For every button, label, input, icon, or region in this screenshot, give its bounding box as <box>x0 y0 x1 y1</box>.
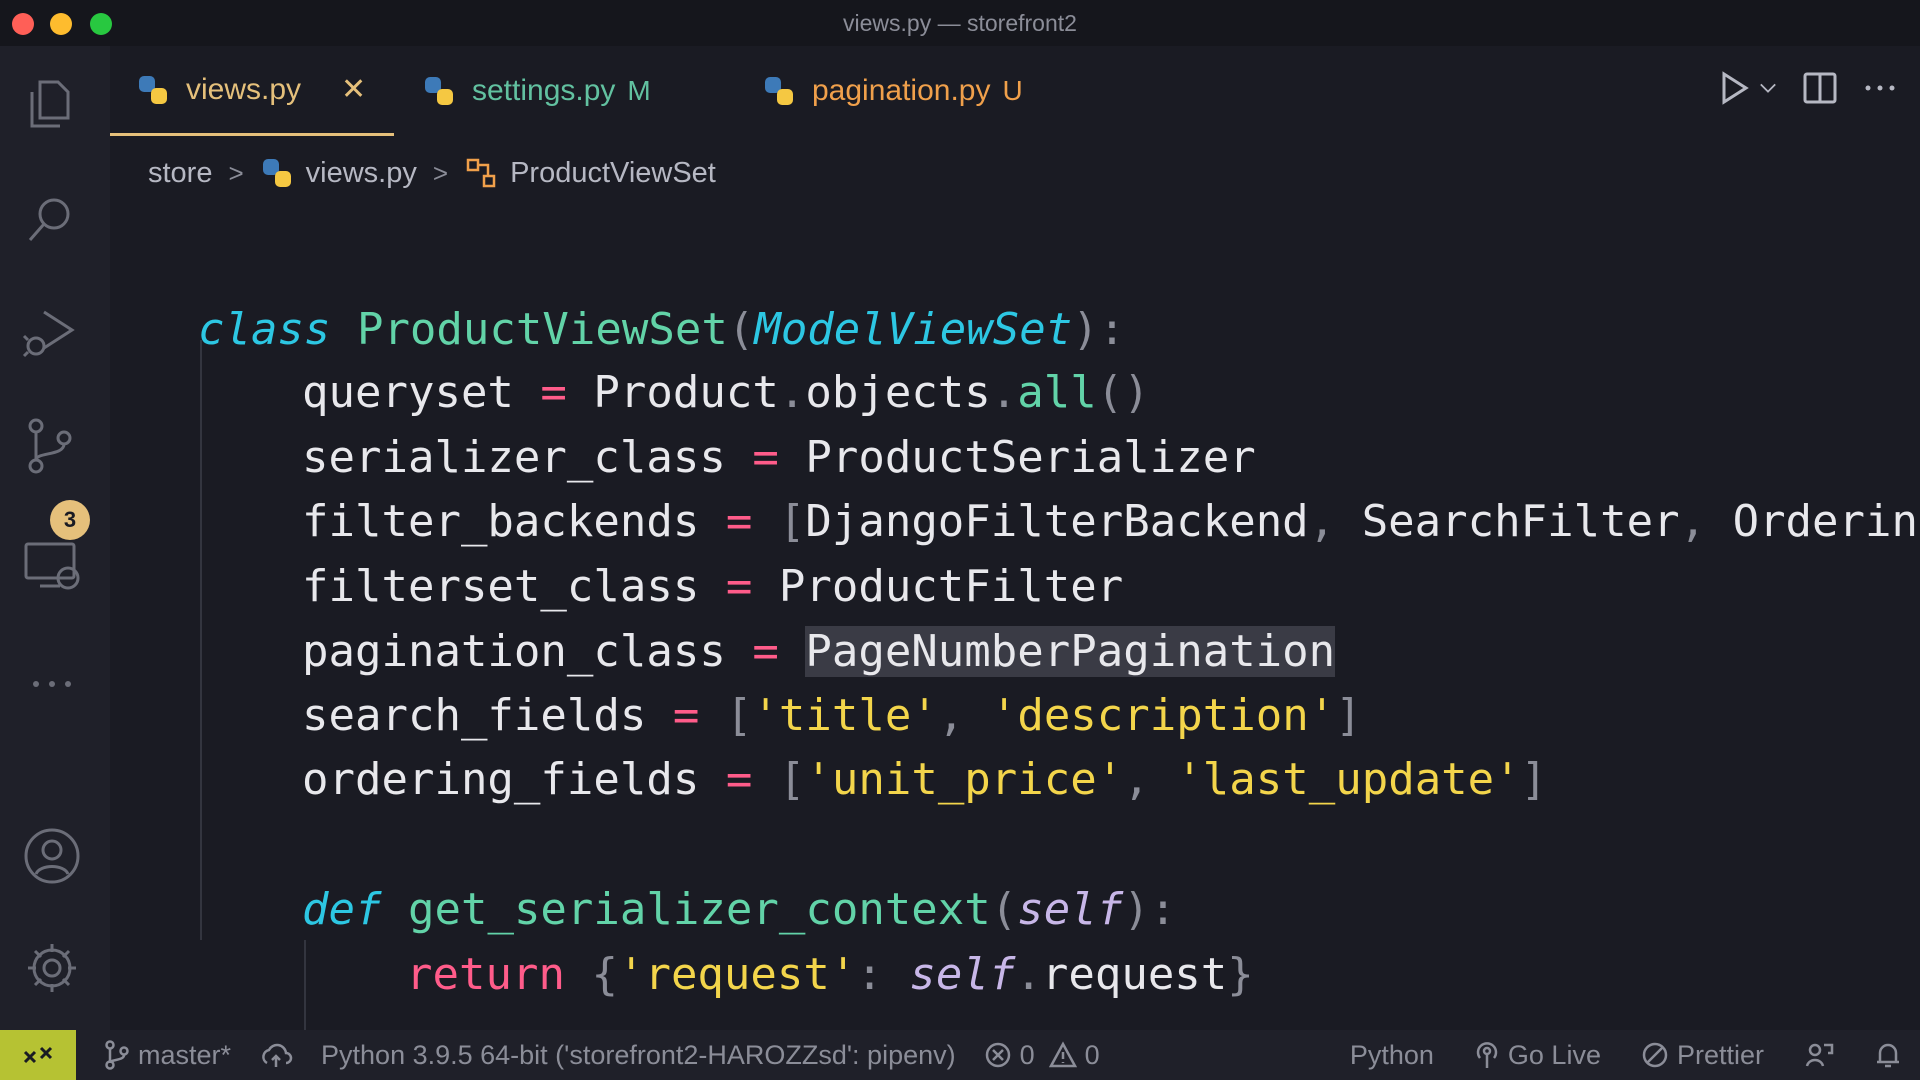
code-line: ordering_fields = ['unit_price', 'last_u… <box>302 754 1548 805</box>
editor-area: views.py ✕ settings.py M pagination.py U <box>110 46 1920 1036</box>
remote-explorer-icon[interactable] <box>22 536 82 596</box>
python-file-icon <box>260 156 294 190</box>
python-interpreter[interactable]: Python 3.9.5 64-bit ('storefront2-HAROZZ… <box>321 1040 956 1071</box>
prettier-status[interactable]: Prettier <box>1641 1040 1764 1071</box>
tab-settings-py[interactable]: settings.py M <box>422 46 651 136</box>
chevron-right-icon: > <box>228 157 244 188</box>
breadcrumb-folder[interactable]: store <box>148 157 212 190</box>
warning-icon <box>1048 1041 1077 1069</box>
prettier-disabled-icon <box>1641 1041 1669 1069</box>
close-tab-icon[interactable]: ✕ <box>341 72 366 107</box>
class-symbol-icon <box>464 156 498 190</box>
untracked-badge: U <box>1002 75 1023 106</box>
code-editor[interactable]: class ProductViewSet(ModelViewSet): quer… <box>110 246 1920 1036</box>
code-line: serializer_class = ProductSerializer <box>302 432 1256 483</box>
explorer-icon[interactable] <box>22 74 82 134</box>
branch-status[interactable]: master* <box>104 1040 231 1071</box>
status-bar: master* Python 3.9.5 64-bit ('storefront… <box>0 1030 1920 1080</box>
tab-label: views.py <box>186 72 302 106</box>
status-bar-right: Python Go Live Prettier <box>1350 1030 1902 1080</box>
code-line: def get_serializer_context(self): <box>302 884 1177 935</box>
code-line: class ProductViewSet(ModelViewSet): <box>198 304 1126 355</box>
close-window-button[interactable] <box>12 13 34 35</box>
modified-badge: M <box>627 75 651 106</box>
tab-pagination-py[interactable]: pagination.py U <box>762 46 1023 136</box>
chevron-right-icon: > <box>432 157 449 188</box>
chevron-down-icon[interactable] <box>1756 76 1780 100</box>
breadcrumb: store > views.py > ProductViewSet <box>148 138 716 208</box>
minimize-window-button[interactable] <box>50 13 72 35</box>
indent-guide <box>200 340 202 940</box>
tab-label: settings.py <box>472 74 616 107</box>
code-line: filter_backends = [DjangoFilterBackend, … <box>302 496 1920 547</box>
code-line: filterset_class = ProductFilter <box>302 561 1124 612</box>
language-mode[interactable]: Python <box>1350 1040 1434 1071</box>
zoom-window-button[interactable] <box>90 13 112 35</box>
go-live-button[interactable]: Go Live <box>1474 1040 1601 1071</box>
feedback-icon[interactable] <box>1804 1041 1834 1069</box>
tab-bar: views.py ✕ settings.py M pagination.py U <box>110 46 1920 138</box>
tab-label: pagination.py <box>812 74 991 107</box>
tab-views-py[interactable]: views.py ✕ <box>110 46 394 136</box>
code-line: return {'request': self.request} <box>406 949 1254 1000</box>
cloud-upload-icon <box>259 1041 293 1069</box>
activity-bar: 3 <box>0 46 110 1030</box>
breadcrumb-file[interactable]: views.py <box>306 157 417 190</box>
settings-gear-icon[interactable] <box>22 938 82 998</box>
breadcrumb-symbol[interactable]: ProductViewSet <box>510 157 716 190</box>
split-editor-icon[interactable] <box>1800 68 1840 108</box>
python-file-icon <box>136 73 170 107</box>
problems-status[interactable]: 0 0 <box>984 1040 1100 1071</box>
sync-status[interactable] <box>259 1041 293 1069</box>
search-icon[interactable] <box>22 190 82 250</box>
notifications-bell-icon[interactable] <box>1874 1040 1902 1070</box>
code-line: pagination_class = PageNumberPagination <box>302 626 1336 677</box>
accounts-icon[interactable] <box>22 826 82 886</box>
run-icon[interactable] <box>1714 68 1754 108</box>
more-icon[interactable] <box>22 654 82 714</box>
git-branch-icon <box>104 1040 130 1070</box>
title-bar: views.py — storefront2 <box>0 0 1920 46</box>
python-file-icon <box>762 74 796 108</box>
source-control-icon[interactable] <box>22 416 82 476</box>
broadcast-icon <box>1474 1040 1500 1070</box>
selection-highlight: PageNumberPagination <box>805 626 1336 677</box>
indent-guide <box>304 940 306 1036</box>
editor-actions <box>1714 68 1900 108</box>
error-icon <box>984 1041 1012 1069</box>
source-control-badge: 3 <box>50 500 90 540</box>
code-line: queryset = Product.objects.all() <box>302 367 1150 418</box>
remote-indicator[interactable] <box>0 1030 76 1080</box>
run-debug-icon[interactable] <box>22 302 82 362</box>
code-line: search_fields = ['title', 'description'] <box>302 690 1362 741</box>
python-file-icon <box>422 74 456 108</box>
more-actions-icon[interactable] <box>1860 68 1900 108</box>
window-title: views.py — storefront2 <box>843 9 1077 36</box>
